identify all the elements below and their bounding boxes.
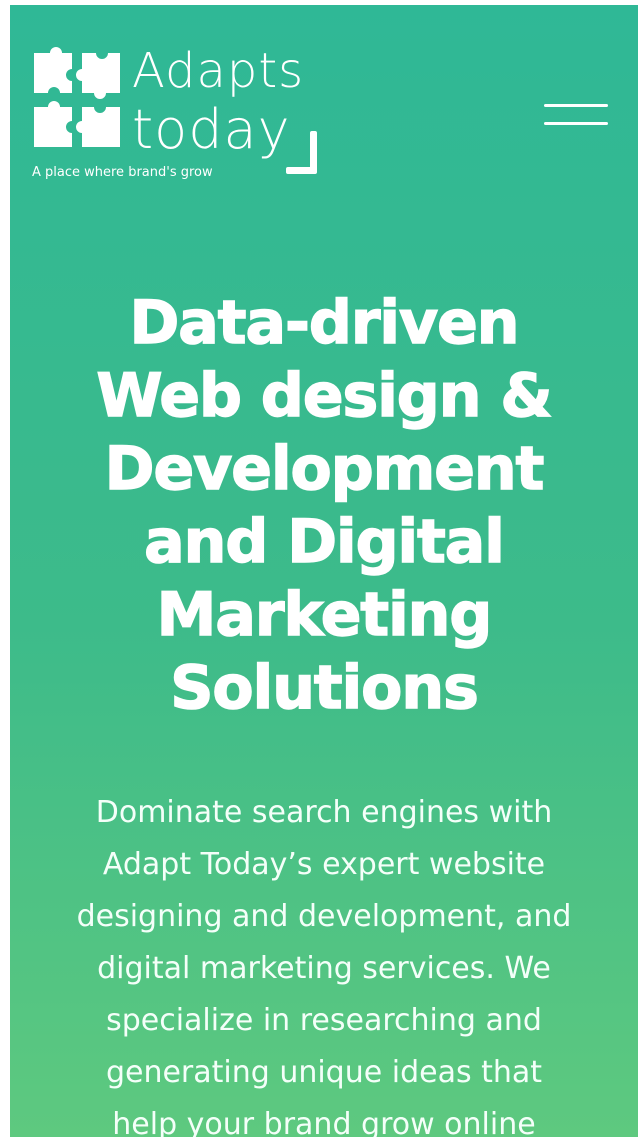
- hero-headline: Data-driven Web design & Development and…: [10, 287, 638, 725]
- description-line: generating unique ideas that: [105, 1055, 543, 1090]
- headline-line: Data-driven: [129, 287, 521, 359]
- description-line: designing and development, and: [76, 899, 572, 934]
- logo-word-adapts: Adapts: [132, 43, 305, 99]
- hero-description: Dominate search engines with Adapt Today…: [10, 787, 638, 1137]
- hamburger-icon-line-bottom: [544, 122, 608, 125]
- hero-section: Adapts today A place where brand's grow …: [10, 5, 638, 1137]
- page-frame: Adapts today A place where brand's grow …: [0, 0, 638, 1137]
- description-line: Adapt Today’s expert website: [102, 847, 546, 882]
- logo-tagline: A place where brand's grow: [32, 165, 213, 180]
- logo-underline-tail: [286, 167, 316, 174]
- headline-line: Marketing: [156, 579, 493, 651]
- puzzle-pieces-icon: [34, 47, 120, 147]
- hamburger-menu-button[interactable]: [544, 100, 608, 132]
- headline-line: and Digital: [143, 506, 505, 578]
- description-line: specialize in researching and: [106, 1003, 542, 1038]
- description-line: Dominate search engines with: [95, 795, 553, 830]
- headline-line: Web design &: [96, 360, 554, 432]
- hamburger-icon-line-top: [544, 104, 608, 107]
- headline-line: Solutions: [169, 652, 479, 724]
- site-logo[interactable]: Adapts today A place where brand's grow: [32, 45, 332, 185]
- headline-line: Development: [104, 433, 545, 505]
- description-line: digital marketing services. We: [97, 951, 551, 986]
- description-line: help your brand grow online: [112, 1107, 536, 1137]
- logo-word-today: today: [132, 98, 291, 161]
